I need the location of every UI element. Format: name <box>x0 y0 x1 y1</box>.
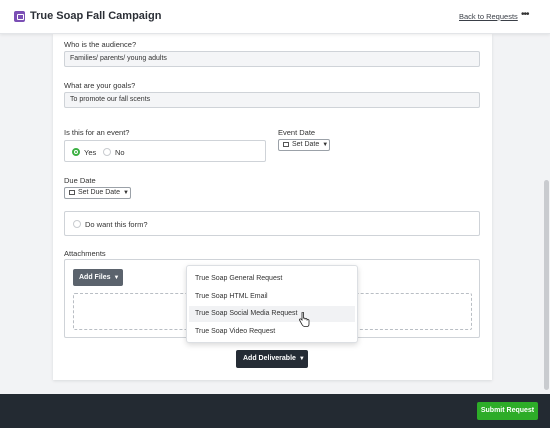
footer-bar <box>0 394 550 428</box>
event-date-label: Event Date <box>278 128 316 137</box>
chevron-down-icon: ▼ <box>123 190 129 196</box>
add-deliverable-button[interactable]: Add Deliverable ▼ <box>236 350 308 368</box>
page-header: True Soap Fall Campaign Back to Requests… <box>0 0 550 34</box>
add-deliverable-label: Add Deliverable <box>243 355 296 362</box>
radio-yes[interactable] <box>72 148 80 156</box>
chevron-down-icon: ▼ <box>322 142 329 148</box>
add-files-label: Add Files <box>79 274 111 281</box>
goals-label: What are your goals? <box>64 81 136 90</box>
deliverable-dropdown-menu: True Soap General Request True Soap HTML… <box>186 265 358 343</box>
menu-item[interactable]: True Soap Social Media Request <box>189 306 355 322</box>
set-due-date-label: Set Due Date <box>78 189 121 196</box>
audience-input[interactable]: Families/ parents/ young adults <box>64 51 480 67</box>
calendar-icon <box>283 142 289 147</box>
chevron-down-icon: ▼ <box>113 275 120 281</box>
scrollbar-thumb[interactable] <box>544 180 549 390</box>
hand-cursor-icon <box>299 312 310 327</box>
menu-item[interactable]: True Soap HTML Email <box>189 289 355 305</box>
add-files-button[interactable]: Add Files ▼ <box>73 269 123 286</box>
attachments-label: Attachments <box>64 249 106 258</box>
submit-request-button[interactable]: Submit Request <box>477 402 538 420</box>
radio-no-label: No <box>115 148 125 157</box>
calendar-icon <box>69 190 75 195</box>
menu-item[interactable]: True Soap General Request <box>189 271 355 287</box>
set-date-button[interactable]: Set Date ▼ <box>278 139 330 151</box>
event-label: Is this for an event? <box>64 128 130 137</box>
set-due-date-button[interactable]: Set Due Date ▼ <box>64 187 131 199</box>
due-date-label: Due Date <box>64 176 96 185</box>
want-form-box: Do want this form? <box>64 211 480 236</box>
radio-yes-label: Yes <box>84 148 97 157</box>
want-form-label: Do want this form? <box>85 220 148 229</box>
audience-label: Who is the audience? <box>64 40 137 49</box>
back-to-requests-link[interactable]: Back to Requests <box>459 12 518 21</box>
more-options-icon[interactable]: ••• <box>521 9 529 20</box>
page-title: True Soap Fall Campaign <box>30 10 162 22</box>
want-form-checkbox[interactable] <box>73 220 81 228</box>
menu-item[interactable]: True Soap Video Request <box>189 324 355 340</box>
chevron-down-icon: ▼ <box>298 356 305 362</box>
goals-input[interactable]: To promote our fall scents <box>64 92 480 108</box>
app-icon <box>14 11 25 22</box>
event-radio-group: Yes No <box>64 140 266 162</box>
set-date-label: Set Date <box>292 141 320 148</box>
radio-no[interactable] <box>103 148 111 156</box>
